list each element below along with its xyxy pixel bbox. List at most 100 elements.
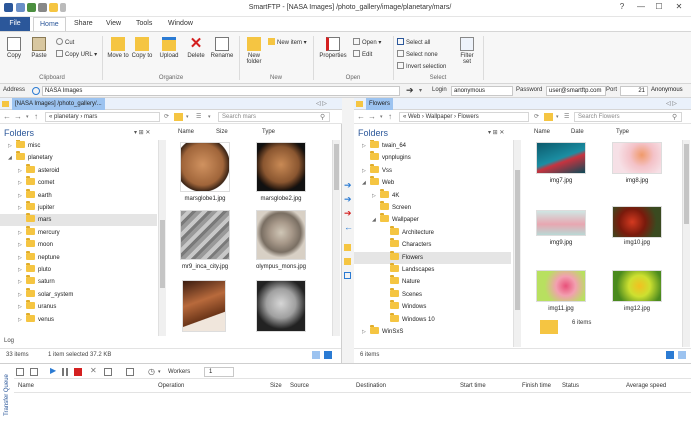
tree-item[interactable]: ▷ twain_64 xyxy=(354,140,511,152)
file-name[interactable]: img11.jpg xyxy=(521,306,601,312)
column-source[interactable]: Source xyxy=(290,383,309,389)
workers-input[interactable]: 1 xyxy=(204,367,234,377)
left-search-input[interactable]: Search mars xyxy=(218,112,330,122)
compare-icon[interactable] xyxy=(344,272,351,279)
tree-item[interactable]: ▷ earth xyxy=(0,188,157,202)
tab-home[interactable]: Home xyxy=(33,17,66,31)
queue-list-icon[interactable] xyxy=(126,368,134,376)
file-thumbnail-crater[interactable] xyxy=(256,210,306,260)
folder-icon[interactable] xyxy=(540,320,558,334)
column-size[interactable]: Size xyxy=(270,383,282,389)
tree-pin-icons[interactable]: ▾ ⊞ ✕ xyxy=(134,129,150,136)
filter-set-button[interactable]: Filter set xyxy=(456,37,478,69)
right-breadcrumb[interactable]: « Web › Wallpaper › Flowers xyxy=(399,112,529,122)
file-name[interactable]: img9.jpg xyxy=(521,240,601,246)
copy-button[interactable]: Copy xyxy=(4,37,24,69)
stop-icon[interactable] xyxy=(74,368,82,376)
transfer-right-icon[interactable]: ➔ xyxy=(344,180,352,191)
minimize-button[interactable]: — xyxy=(634,2,648,14)
upload-button[interactable]: Upload xyxy=(156,37,182,69)
transfer-left-icon[interactable]: ← xyxy=(344,222,353,232)
back-icon[interactable]: ← xyxy=(357,112,365,121)
view-options-icon[interactable]: ☰ xyxy=(564,113,569,120)
select-all-button[interactable]: Select all xyxy=(397,38,430,48)
address-input[interactable]: NASA Images xyxy=(42,86,400,96)
edit-button[interactable]: Edit xyxy=(353,50,372,60)
column-type[interactable]: Type xyxy=(262,129,275,135)
right-tree-scrollbar[interactable] xyxy=(513,140,521,347)
password-input[interactable]: user@smartftp.com xyxy=(546,86,606,96)
file-thumbnail-image[interactable] xyxy=(182,280,226,332)
login-mode-select[interactable]: Anonymous xyxy=(649,86,689,96)
expand-arrow-icon[interactable]: ▷ xyxy=(18,301,26,313)
right-list-scrollbar[interactable] xyxy=(682,140,690,347)
pause-icon[interactable] xyxy=(62,368,68,376)
queue-menu-icon[interactable] xyxy=(16,368,24,376)
start-icon[interactable]: ▶ xyxy=(50,366,56,375)
column-type[interactable]: Type xyxy=(616,129,629,135)
tree-item[interactable]: ▷ asteroid xyxy=(0,163,157,177)
tree-item[interactable]: Landscapes xyxy=(354,263,511,276)
column-finish-time[interactable]: Finish time xyxy=(522,383,551,389)
pane-menu-icon[interactable]: ◁ ▷ xyxy=(316,98,327,110)
select-none-button[interactable]: Select none xyxy=(397,50,438,60)
transfer-left-icon[interactable]: ➔ xyxy=(344,208,352,219)
refresh-icon[interactable]: ⟳ xyxy=(164,113,169,120)
tree-item[interactable]: Flowers xyxy=(354,250,511,264)
file-thumbnail-mars[interactable] xyxy=(180,142,230,192)
folder-icon[interactable] xyxy=(344,258,351,265)
file-thumbnail-surface[interactable] xyxy=(180,210,230,260)
quick-access-icon[interactable] xyxy=(38,3,47,12)
file-name[interactable]: img12.jpg xyxy=(597,306,677,312)
column-average-speed[interactable]: Average speed xyxy=(626,383,666,389)
tree-item[interactable]: ▷ mercury xyxy=(0,225,157,239)
tree-item[interactable]: vpnplugins xyxy=(354,151,511,164)
expand-arrow-icon[interactable]: ◢ xyxy=(8,152,16,164)
help-button[interactable]: ? xyxy=(615,2,629,14)
file-name[interactable]: img10.jpg xyxy=(597,240,677,246)
thumbnail-view-icon[interactable] xyxy=(678,351,686,359)
copy-url-button[interactable]: Copy URL ▾ xyxy=(56,50,97,60)
file-thumbnail-flower[interactable] xyxy=(612,206,662,238)
left-pane-tab[interactable]: [NASA Images] /photo_gallery/... xyxy=(12,98,105,110)
copy-to-button[interactable]: Copy to xyxy=(131,37,153,69)
tree-item[interactable]: Screen xyxy=(354,201,511,214)
new-folder-button[interactable]: New folder xyxy=(243,37,265,69)
history-dropdown-icon[interactable]: ▾ xyxy=(380,114,383,120)
close-button[interactable]: ✕ xyxy=(672,2,686,14)
forward-icon[interactable]: → xyxy=(14,112,22,121)
delete-button[interactable]: ✕ Delete xyxy=(184,36,208,69)
properties-button[interactable]: Properties xyxy=(317,37,349,69)
tree-item[interactable]: ▷ misc xyxy=(0,140,157,152)
file-name[interactable]: img7.jpg xyxy=(521,178,601,184)
column-destination[interactable]: Destination xyxy=(356,383,386,389)
expand-arrow-icon[interactable]: ▷ xyxy=(18,202,26,214)
expand-arrow-icon[interactable]: ▷ xyxy=(8,140,16,152)
chevron-down-icon[interactable]: ▾ xyxy=(158,369,161,375)
forward-icon[interactable]: → xyxy=(368,112,376,121)
chevron-down-icon[interactable]: ▾ xyxy=(208,114,211,120)
rename-button[interactable]: Rename xyxy=(209,37,235,69)
expand-arrow-icon[interactable]: ▷ xyxy=(18,252,26,264)
back-icon[interactable]: ← xyxy=(3,112,11,121)
tree-item[interactable]: ◢ planetary xyxy=(0,151,157,164)
expand-arrow-icon[interactable]: ▷ xyxy=(18,177,26,189)
tree-item[interactable]: ▷ saturn xyxy=(0,275,157,288)
invert-selection-button[interactable]: Invert selection xyxy=(397,62,446,72)
file-thumbnail-flower[interactable] xyxy=(536,142,586,174)
column-name[interactable]: Name xyxy=(178,129,194,135)
expand-arrow-icon[interactable]: ▷ xyxy=(362,326,370,338)
file-name[interactable]: marsglobe2.jpg xyxy=(240,196,322,202)
right-pane-tab[interactable]: Flowers xyxy=(366,98,394,110)
paste-button[interactable]: Paste xyxy=(28,37,50,69)
expand-arrow-icon[interactable]: ▷ xyxy=(18,264,26,276)
log-label[interactable]: Log xyxy=(4,338,14,344)
file-thumbnail-flower[interactable] xyxy=(536,270,586,302)
file-thumbnail-flower[interactable] xyxy=(612,270,662,302)
chevron-down-icon[interactable]: ▾ xyxy=(186,114,189,120)
tab-tools[interactable]: Tools xyxy=(130,17,158,31)
tree-item[interactable]: ▷ pluto xyxy=(0,263,157,276)
port-input[interactable]: 21 xyxy=(620,86,648,96)
tree-item[interactable]: ▷ uranus xyxy=(0,300,157,313)
tab-share[interactable]: Share xyxy=(68,17,99,31)
